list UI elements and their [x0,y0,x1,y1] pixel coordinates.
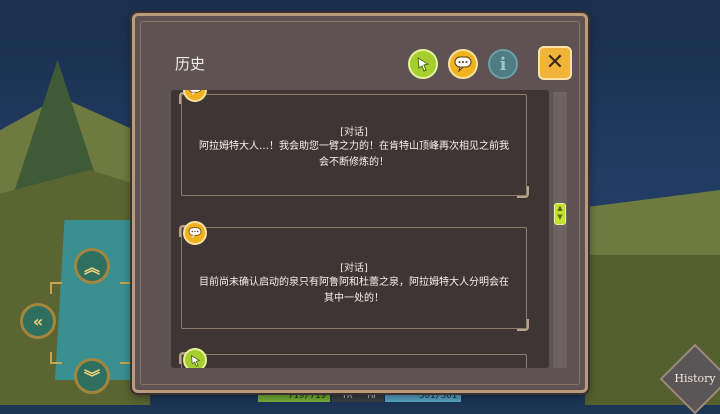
entry-text: 阿拉姆特大人…！我会助您一臂之力的！在肯特山顶峰再次相见之前我会不断修炼的！ [199,141,509,168]
dpad-corner-mark [120,352,132,364]
dpad-corner-mark [50,352,62,364]
dpad-corner-mark [50,282,62,294]
entry-text: 目前尚未确认启动的泉只有阿鲁阿和杜蕾之泉，阿拉姆特大人分明会在其中一处的！ [199,277,509,304]
entry-type: [对话] [340,263,368,274]
hand-pointer-icon [190,354,201,367]
list-item: [对话] 阿拉姆特大人…！我会助您一臂之力的！在肯特山顶峰再次相见之前我会不断修… [179,92,529,198]
info-icon: i [499,53,507,75]
dpad-corner-mark [120,282,132,294]
filter-dialog-button[interactable] [448,49,478,79]
history-panel: 历史 i ✕ [对话] 阿拉姆特大人…！我会助您一臂之力的！在肯特山顶峰再次相见… [132,13,588,393]
panel-title: 历史 [175,55,206,73]
dpad-up-button[interactable]: ︽ [74,248,110,284]
speech-bubble-icon [188,90,202,96]
list-item [179,352,527,368]
chevron-up-icon: ︽ [83,258,100,277]
speech-bubble-icon [454,56,472,72]
dpad-down-button[interactable]: ︾ [74,358,110,394]
hand-pointer-icon [417,57,430,72]
entry-badge [183,221,207,245]
filter-choice-button[interactable] [408,49,438,79]
scrollbar[interactable]: ▲ ▼ [553,92,567,368]
chevron-down-icon: ▼ [557,213,563,221]
close-icon: ✕ [545,50,565,75]
entry-type: [对话] [340,127,368,138]
entry-badge [183,348,207,368]
dpad-left-button[interactable]: « [20,303,56,339]
chevron-left-icon: « [32,311,44,331]
list-item: [对话] 目前尚未确认启动的泉只有阿鲁阿和杜蕾之泉，阿拉姆特大人分明会在其中一处… [179,225,529,331]
history-button-label[interactable]: History [670,372,720,385]
chevron-down-icon: ︾ [83,368,100,387]
close-button[interactable]: ✕ [538,46,572,80]
speech-bubble-icon [188,227,202,239]
history-log[interactable]: [对话] 阿拉姆特大人…！我会助您一臂之力的！在肯特山顶峰再次相见之前我会不断修… [171,90,549,368]
scrollbar-thumb[interactable]: ▲ ▼ [554,203,566,225]
chevron-up-icon: ▲ [557,204,563,212]
filter-info-button[interactable]: i [488,49,518,79]
